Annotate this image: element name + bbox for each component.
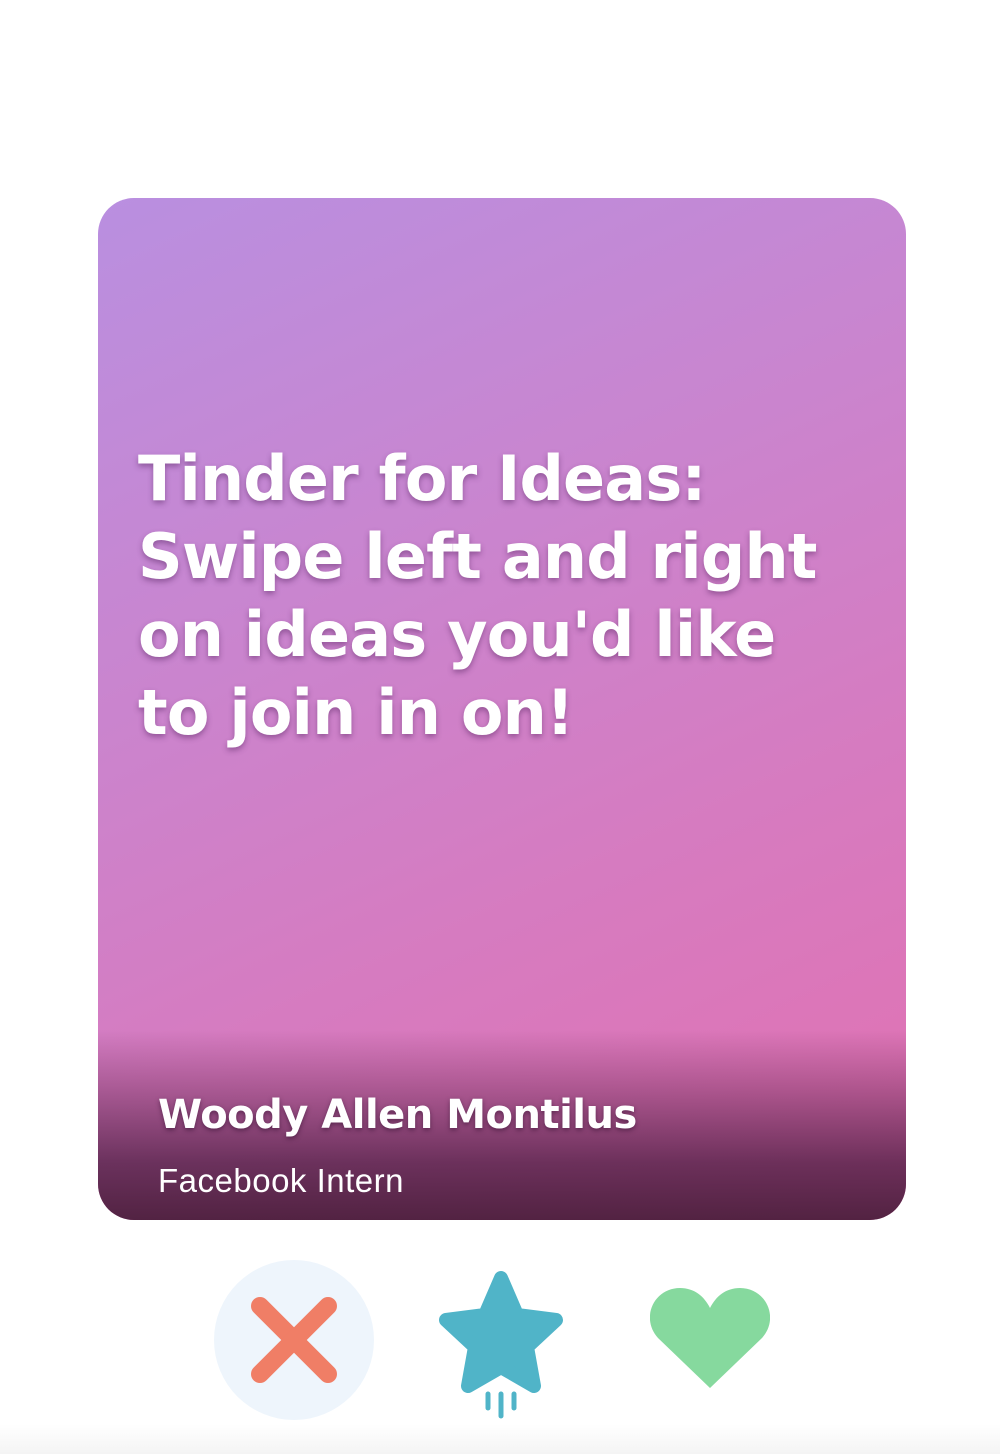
bottom-shade [0,1424,1000,1454]
idea-title: Tinder for Ideas: Swipe left and right o… [138,442,817,749]
heart-icon [650,1288,770,1388]
reject-button[interactable] [214,1260,374,1420]
author-role: Facebook Intern [158,1162,404,1199]
author-name: Woody Allen Montilus [158,1092,637,1138]
idea-card[interactable]: Tinder for Ideas: Swipe left and right o… [98,198,906,1220]
card-footer: Woody Allen Montilus Facebook Intern [98,1030,906,1220]
super-like-button[interactable] [436,1268,566,1420]
like-button[interactable] [650,1284,770,1394]
close-icon [251,1297,337,1383]
star-icon [439,1271,563,1419]
